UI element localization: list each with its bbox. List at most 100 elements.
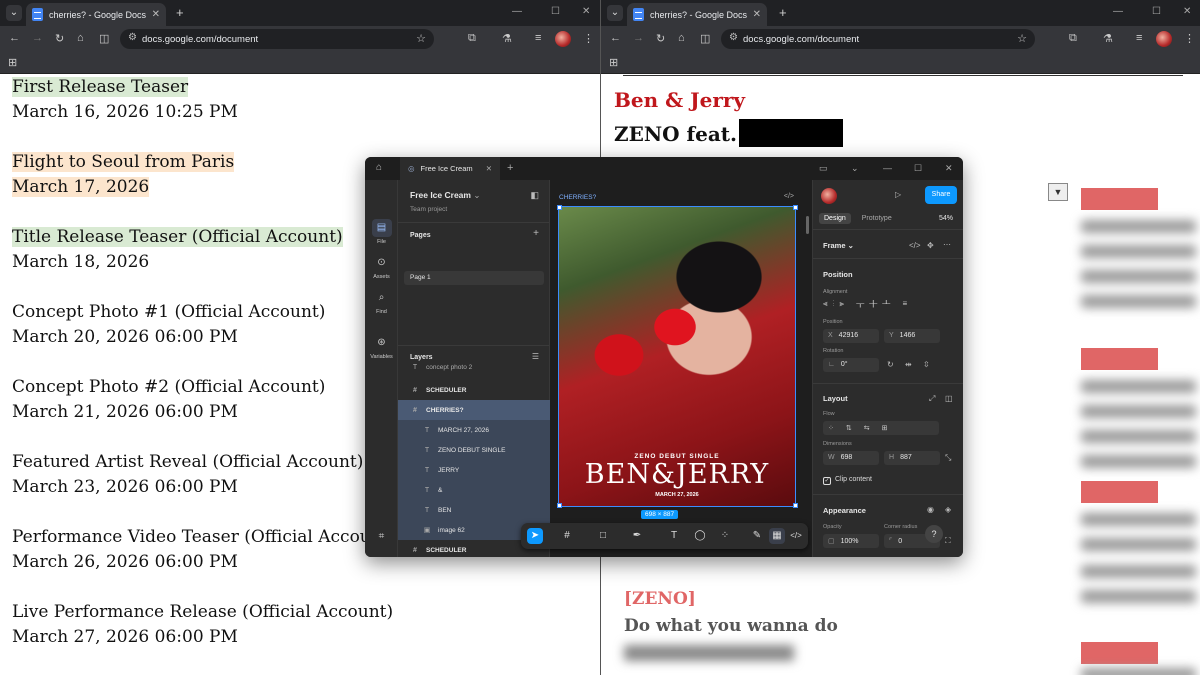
flip-horizontal-icon[interactable]: ⇹ <box>905 360 912 369</box>
browser-tab[interactable]: cherries? - Google Docs ✕ <box>26 3 166 26</box>
layer-item[interactable]: T & <box>398 480 550 500</box>
rotate-icon[interactable]: ↻ <box>887 360 894 369</box>
layer-item[interactable]: # SCHEDULER <box>398 380 550 400</box>
site-info-icon[interactable]: ⚙ <box>729 32 738 43</box>
height-field[interactable]: H 887 <box>884 451 940 465</box>
extensions-icon[interactable]: ⧉ <box>1069 32 1077 45</box>
draw-mode-icon[interactable]: ✎ <box>749 528 765 544</box>
page-item[interactable]: Page 1 <box>404 271 544 285</box>
frame-tool-icon[interactable]: # <box>559 528 575 544</box>
rail-bottom[interactable]: ⌗ <box>365 528 398 548</box>
flip-vertical-icon[interactable]: ⇳ <box>923 360 930 369</box>
layer-item[interactable]: T concept photo 2 <box>398 361 550 373</box>
browser-tab[interactable]: cherries? - Google Docs ✕ <box>627 3 767 26</box>
text-tool-icon[interactable]: T <box>666 528 682 544</box>
home-icon[interactable]: ⌂ <box>376 162 382 173</box>
layer-item[interactable]: T JERRY <box>398 460 550 480</box>
eye-icon[interactable]: ◉ <box>927 505 934 514</box>
maximize-icon[interactable]: ☐ <box>1152 6 1161 17</box>
resize-handle[interactable] <box>793 503 798 508</box>
resize-handle[interactable] <box>557 205 562 210</box>
profile-avatar[interactable] <box>555 31 571 47</box>
code-icon[interactable]: </> <box>909 241 921 250</box>
code-icon[interactable]: </> <box>784 193 794 200</box>
address-bar[interactable]: ⚙ docs.google.com/document ☆ <box>721 29 1035 49</box>
labs-icon[interactable]: ⚗ <box>502 32 512 45</box>
tab-search-icon[interactable]: ⌄ <box>6 5 22 21</box>
menu-kebab-icon[interactable]: ⋮ <box>1184 32 1195 45</box>
comment-tool-icon[interactable]: ◯ <box>692 528 708 544</box>
resize-handle[interactable] <box>557 503 562 508</box>
forward-icon[interactable]: → <box>633 32 644 44</box>
close-window-icon[interactable]: ✕ <box>582 6 590 17</box>
new-tab-icon[interactable]: + <box>507 162 513 174</box>
layer-item[interactable]: T MARCH 27, 2026 <box>398 420 550 440</box>
present-icon[interactable]: ▷ <box>895 190 901 199</box>
bookmark-star-icon[interactable]: ☆ <box>416 32 426 45</box>
blend-icon[interactable]: ◈ <box>945 505 951 514</box>
minimize-icon[interactable]: — <box>883 163 892 173</box>
reload-icon[interactable]: ↻ <box>55 32 64 45</box>
tab-search-icon[interactable]: ⌄ <box>607 5 623 21</box>
scrollbar[interactable] <box>806 216 809 234</box>
back-icon[interactable]: ← <box>9 32 20 44</box>
home-icon[interactable]: ⌂ <box>678 32 685 44</box>
rail-find[interactable]: ⌕ Find <box>365 289 398 315</box>
opacity-field[interactable]: ▢ 100% <box>823 534 879 548</box>
sidebar-toggle-icon[interactable]: ◧ <box>530 190 539 201</box>
more-icon[interactable]: ⋯ <box>943 240 951 249</box>
reload-icon[interactable]: ↻ <box>656 32 665 45</box>
rail-variables[interactable]: ⊛ Variables <box>365 334 398 360</box>
media-icon[interactable]: ≡ <box>1136 32 1142 44</box>
chevron-down-icon[interactable]: ⌄ <box>851 163 859 174</box>
maximize-icon[interactable]: ☐ <box>914 163 922 174</box>
layer-item[interactable]: T BEN <box>398 500 550 520</box>
resize-handle[interactable] <box>793 205 798 210</box>
component-icon[interactable]: ✥ <box>927 241 934 250</box>
file-name[interactable]: Free Ice Cream ⌄ <box>410 190 480 201</box>
clip-content-checkbox[interactable]: ✓ Clip content <box>823 476 872 485</box>
auto-layout-icon[interactable]: ⤢ <box>929 394 935 404</box>
maximize-icon[interactable]: ☐ <box>551 6 560 17</box>
menu-kebab-icon[interactable]: ⋮ <box>583 32 594 45</box>
width-field[interactable]: W 698 <box>823 451 879 465</box>
pen-tool-icon[interactable]: ✒ <box>629 528 645 544</box>
figma-canvas[interactable]: CHERRIES? </> ZENO DEBUT SINGLE BEN&JERR… <box>550 180 812 557</box>
close-icon[interactable]: ✕ <box>486 164 492 173</box>
profile-avatar[interactable] <box>1156 31 1172 47</box>
flow-options[interactable]: ⁘⇅⇆⊞ <box>823 421 939 435</box>
minimize-icon[interactable]: — <box>1113 6 1123 17</box>
independent-corners-icon[interactable]: ⛶ <box>945 536 951 546</box>
frame-label[interactable]: CHERRIES? <box>559 194 596 201</box>
media-icon[interactable]: ≡ <box>535 32 541 44</box>
design-mode-icon[interactable]: ▦ <box>769 528 785 544</box>
rectangle-tool-icon[interactable]: □ <box>595 528 611 544</box>
cherries-poster-frame[interactable]: ZENO DEBUT SINGLE BEN&JERRY MARCH 27, 20… <box>558 206 796 507</box>
rail-assets[interactable]: ⊙ Assets <box>365 254 398 280</box>
y-position-field[interactable]: Y 1466 <box>884 329 940 343</box>
panel-icon[interactable]: ▭ <box>819 163 828 174</box>
user-avatar[interactable] <box>821 188 837 204</box>
move-tool-icon[interactable]: ➤ <box>527 528 543 544</box>
bookmark-star-icon[interactable]: ☆ <box>1017 32 1027 45</box>
layer-item[interactable]: T ZENO DEBUT SINGLE <box>398 440 550 460</box>
site-info-icon[interactable]: ⚙ <box>128 32 137 43</box>
new-tab-icon[interactable]: + <box>176 5 184 20</box>
apps-grid-icon[interactable]: ⊞ <box>609 56 618 69</box>
back-icon[interactable]: ← <box>610 32 621 44</box>
extensions-icon[interactable]: ⧉ <box>468 32 476 45</box>
zoom-level[interactable]: 54% <box>939 215 953 222</box>
home-icon[interactable]: ⌂ <box>77 32 84 44</box>
minimize-icon[interactable]: — <box>512 6 522 17</box>
x-position-field[interactable]: X 42916 <box>823 329 879 343</box>
layer-item-selected[interactable]: # CHERRIES? <box>398 400 550 420</box>
close-window-icon[interactable]: ✕ <box>945 163 953 174</box>
add-page-icon[interactable]: + <box>533 228 539 239</box>
tab-design[interactable]: Design <box>819 213 851 224</box>
address-bar[interactable]: ⚙ docs.google.com/document ☆ <box>120 29 434 49</box>
tab-prototype[interactable]: Prototype <box>857 213 897 224</box>
apps-grid-icon[interactable]: ⊞ <box>8 56 17 69</box>
rail-file[interactable]: ▤ File <box>365 219 398 245</box>
split-view-icon[interactable]: ◫ <box>99 32 109 45</box>
close-icon[interactable]: ✕ <box>753 9 761 20</box>
